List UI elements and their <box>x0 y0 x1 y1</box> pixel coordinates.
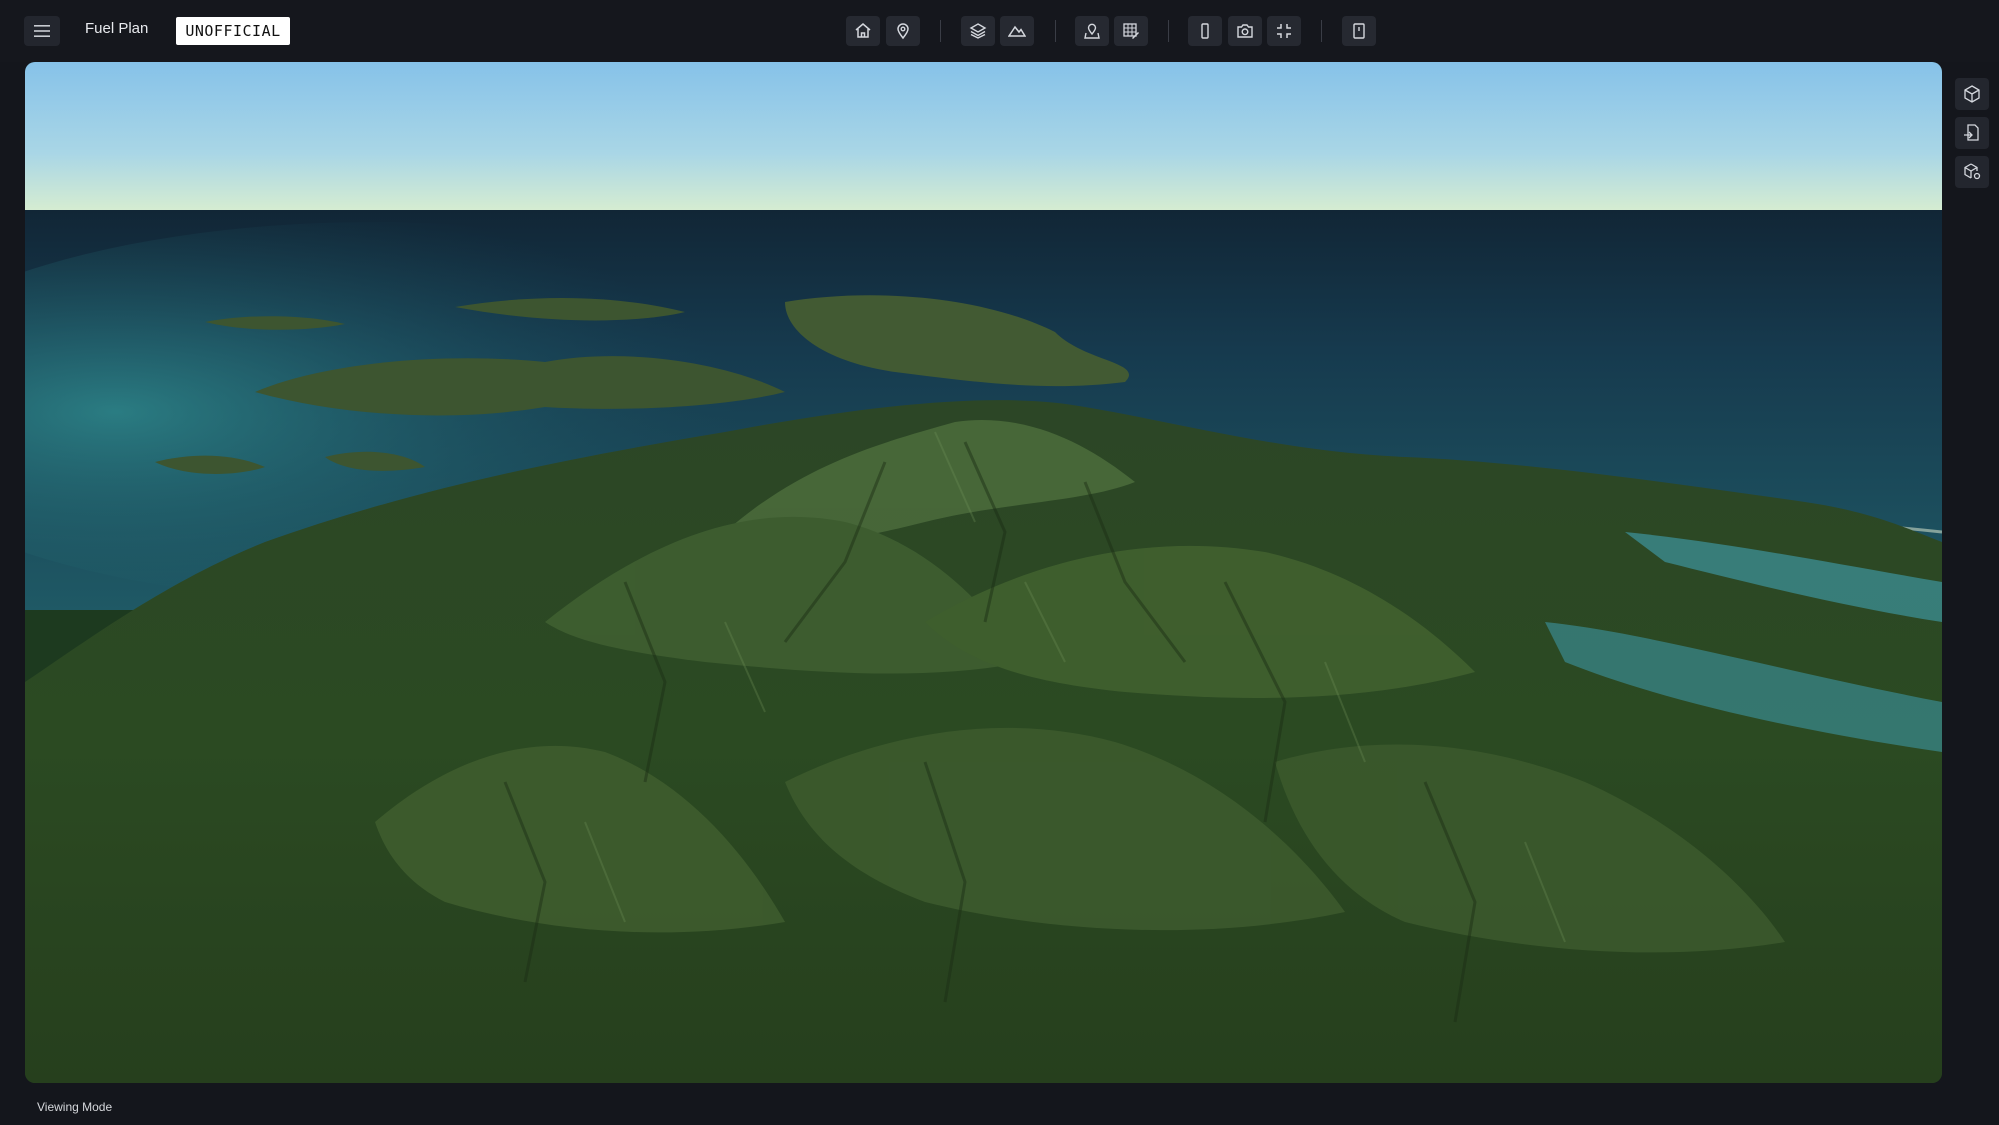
grid-edit-icon <box>1123 23 1139 39</box>
panel-icon <box>1353 23 1365 39</box>
classification-badge: UNOFFICIAL <box>176 17 290 45</box>
location-button[interactable] <box>886 16 920 46</box>
terrain-scene <box>25 62 1942 1083</box>
status-bar: Viewing Mode <box>0 1090 1999 1125</box>
map-pin-button[interactable] <box>1075 16 1109 46</box>
split-view-button[interactable] <box>1188 16 1222 46</box>
file-export-icon <box>1964 124 1979 141</box>
sky <box>25 62 1942 214</box>
toolbar-separator <box>1168 20 1169 42</box>
export-button[interactable] <box>1955 117 1989 149</box>
camera-icon <box>1237 24 1253 38</box>
cube-icon <box>1964 85 1980 103</box>
3d-model-button[interactable] <box>1955 78 1989 110</box>
terrain-button[interactable] <box>1000 16 1034 46</box>
screenshot-button[interactable] <box>1228 16 1262 46</box>
top-bar: Fuel Plan UNOFFICIAL <box>0 0 1999 62</box>
terrain-icon <box>1008 25 1026 37</box>
map-pin-icon <box>1084 23 1100 39</box>
menu-button[interactable] <box>24 16 60 46</box>
toolbar-separator <box>940 20 941 42</box>
toolbar-separator <box>1321 20 1322 42</box>
location-pin-icon <box>897 23 909 40</box>
layers-icon <box>969 23 987 39</box>
mode-label: Viewing Mode <box>37 1100 113 1114</box>
cube-settings-icon <box>1964 163 1981 180</box>
toolbar-separator <box>1055 20 1056 42</box>
map-viewport[interactable] <box>25 62 1942 1083</box>
home-icon <box>855 23 871 38</box>
model-settings-button[interactable] <box>1955 156 1989 188</box>
right-sidebar <box>1955 78 1991 195</box>
fullscreen-exit-icon <box>1277 24 1291 38</box>
home-button[interactable] <box>846 16 880 46</box>
exit-fullscreen-button[interactable] <box>1267 16 1301 46</box>
hamburger-menu-icon <box>34 25 50 37</box>
layers-button[interactable] <box>961 16 995 46</box>
panel-button[interactable] <box>1342 16 1376 46</box>
grid-edit-button[interactable] <box>1114 16 1148 46</box>
app-title: Fuel Plan <box>85 20 149 37</box>
split-view-icon <box>1201 23 1209 39</box>
